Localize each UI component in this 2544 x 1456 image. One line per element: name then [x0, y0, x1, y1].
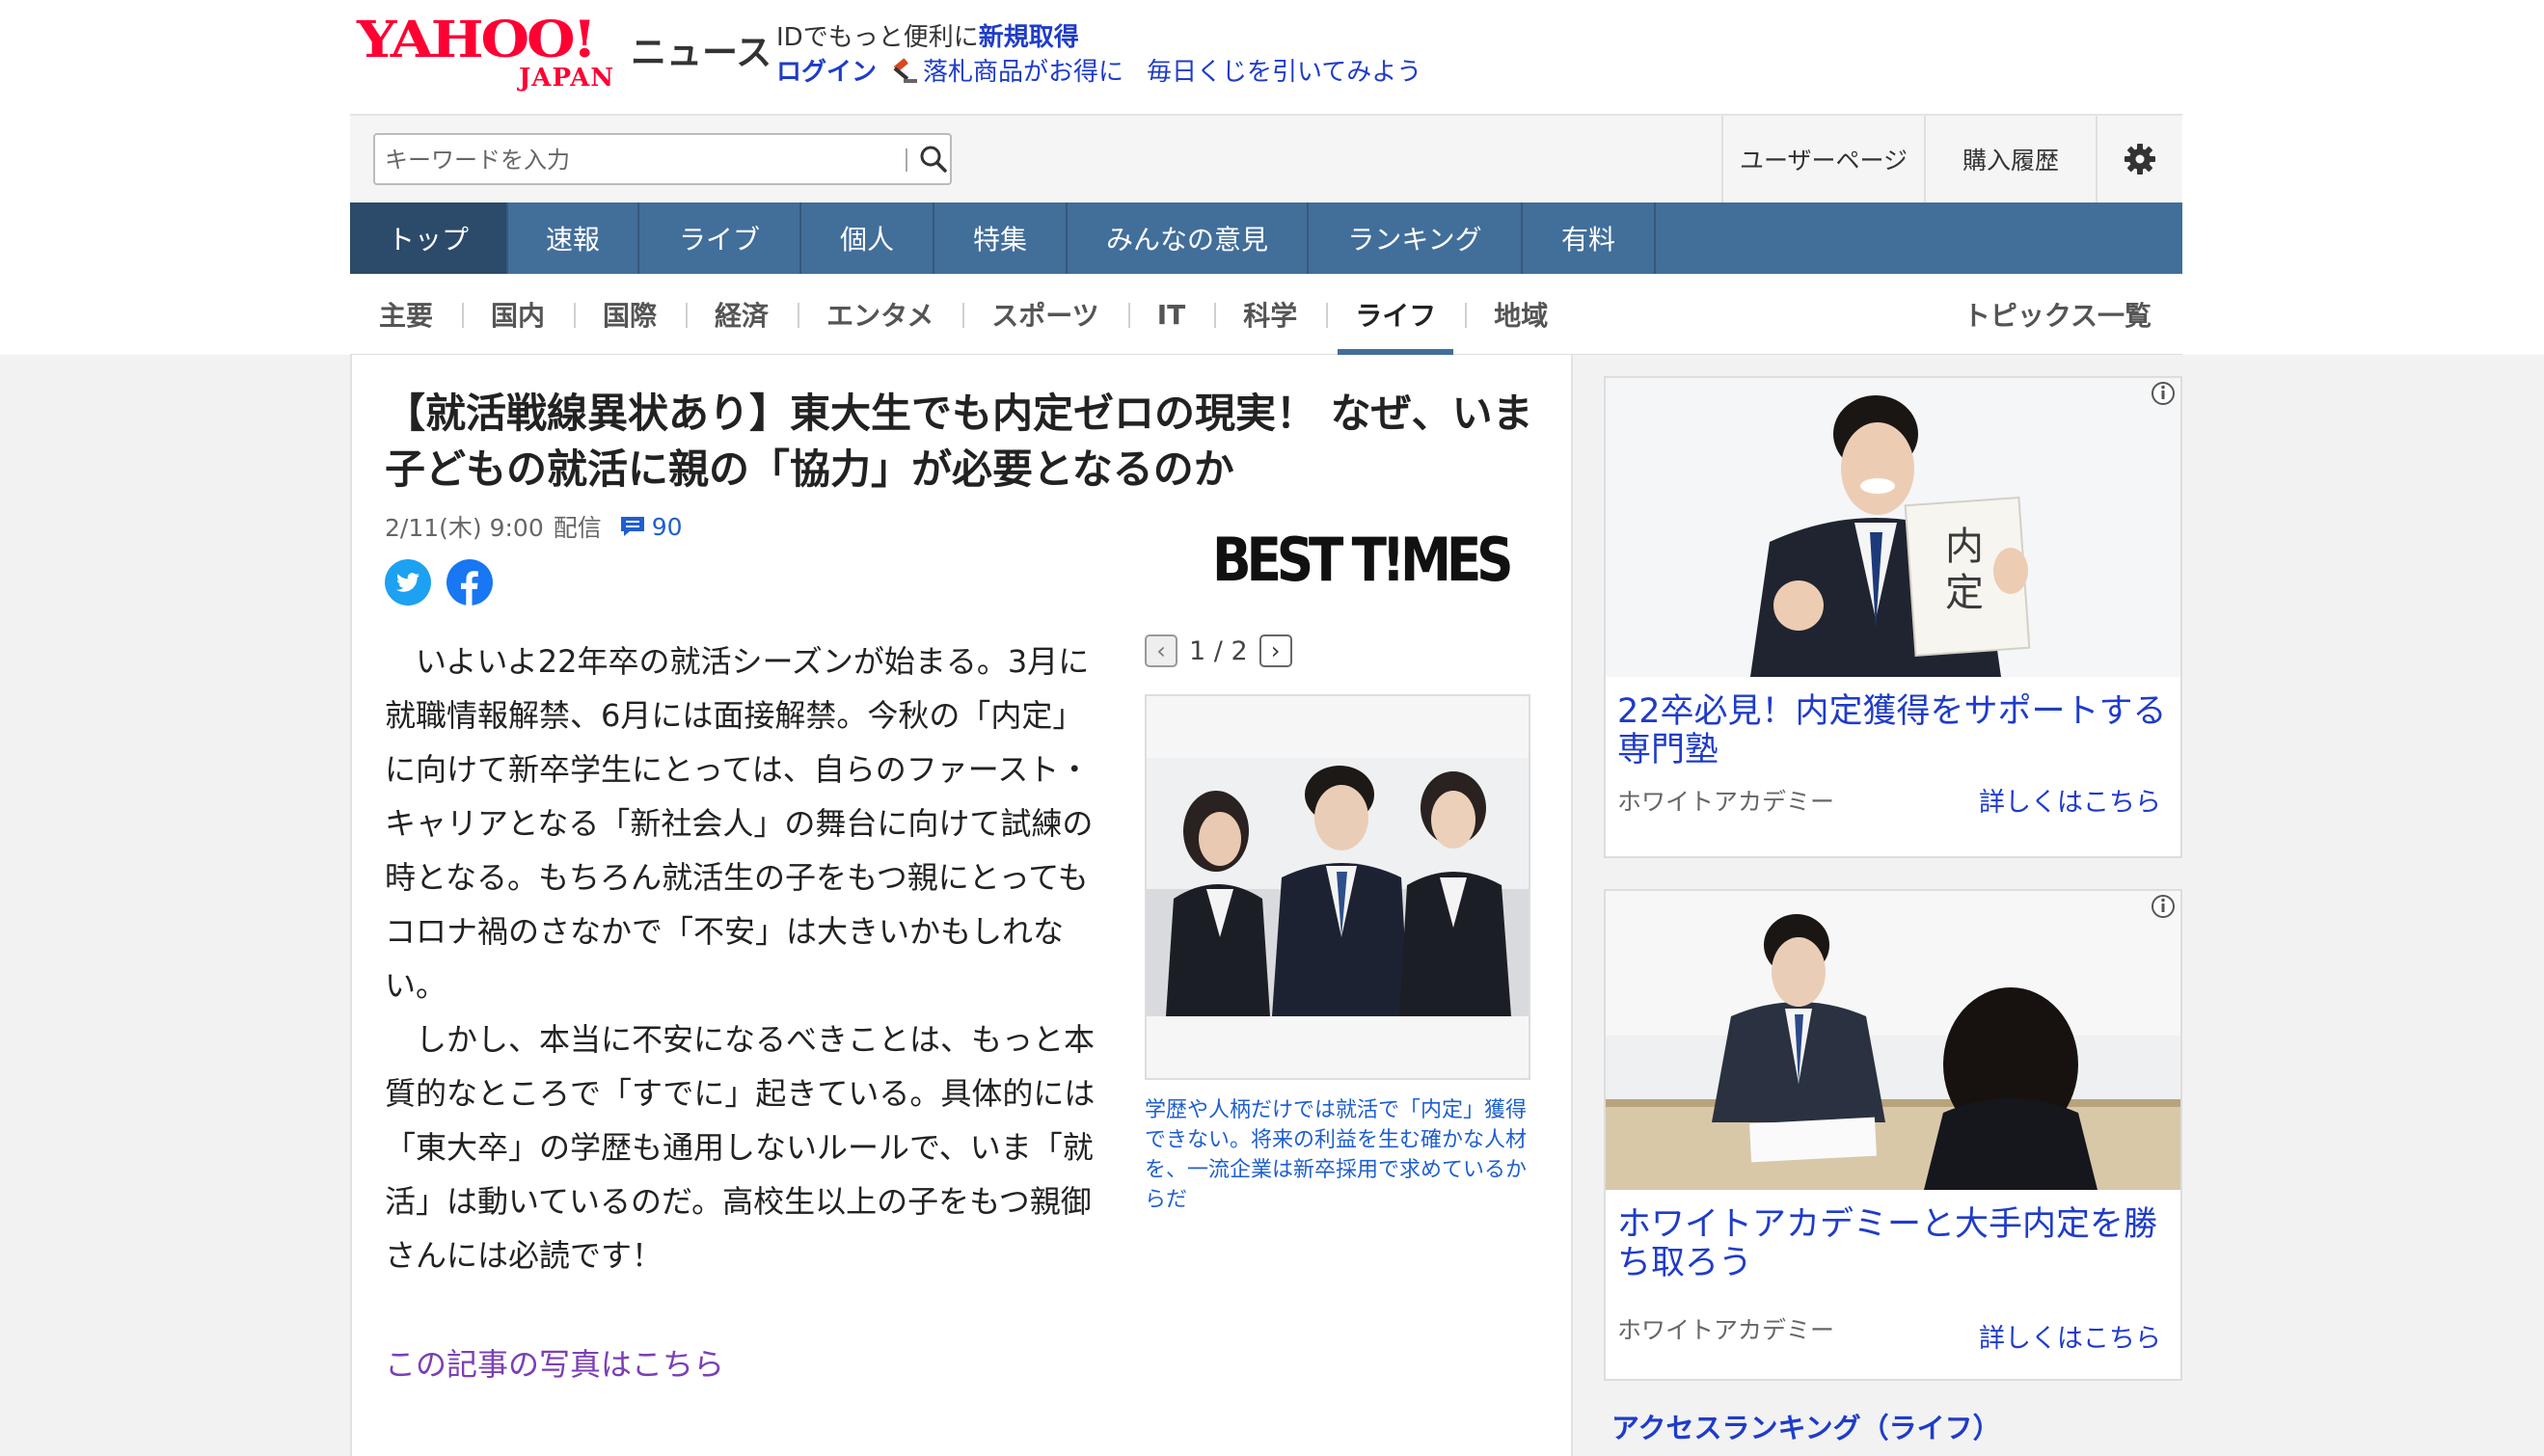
article-paragraph: しかし、本当に不安になるべきことは、もっと本質的なところで「すでに」起きている。… — [385, 1021, 1096, 1274]
photo-gallery-link[interactable]: この記事の写真はこちら — [385, 1340, 724, 1385]
twitter-icon — [385, 559, 431, 606]
headline-line1: 【就活戦線異状あり】東大生でも内定ゼロの現実！ なぜ、いま — [385, 390, 1533, 437]
headline-line2: 子どもの就活に親の「協力」が必要となるのか — [385, 445, 1234, 493]
category-science[interactable]: 科学 — [1214, 274, 1326, 355]
gavel-icon — [893, 58, 918, 83]
purchase-history-link[interactable]: 購入履歴 — [1924, 116, 2096, 202]
register-link[interactable]: 新規取得 — [979, 23, 1079, 52]
prev-image-button[interactable]: ‹ — [1145, 634, 1177, 667]
search-input[interactable] — [385, 145, 877, 175]
facebook-icon — [447, 559, 493, 606]
user-links: ユーザーページ 購入履歴 — [1721, 116, 2182, 202]
nav-top[interactable]: トップ — [350, 202, 508, 274]
logo-sub: JAPAN — [519, 64, 615, 93]
nav-ranking[interactable]: ランキング — [1309, 202, 1523, 274]
image-caption[interactable]: 学歴や人柄だけでは就活で「内定」獲得できない。将来の利益を生む確かな人材を、一流… — [1145, 1095, 1530, 1215]
ad-cta-link[interactable]: 詳しくはこちら — [1979, 1317, 2161, 1355]
site-header: YAHOO! JAPAN ニュース IDでもっと便利に新規取得 ログイン 落札商… — [0, 0, 2544, 114]
gear-icon — [2125, 144, 2155, 175]
settings-button[interactable] — [2096, 116, 2182, 202]
yahoo-japan-logo[interactable]: YAHOO! JAPAN — [357, 10, 622, 93]
nav-breaking[interactable]: 速報 — [508, 202, 639, 274]
nav-live[interactable]: ライブ — [639, 202, 801, 274]
search-divider — [906, 148, 907, 172]
category-it[interactable]: IT — [1127, 274, 1215, 355]
category-domestic[interactable]: 国内 — [462, 274, 574, 355]
article-meta: 2/11(木) 9:00 配信 90 — [385, 509, 683, 544]
main-nav: トップ 速報 ライブ 個人 特集 みんなの意見 ランキング 有料 — [350, 202, 2182, 274]
auction-promo-text: 落札商品がお得に — [923, 58, 1124, 87]
ad-image: 内 定 — [1606, 378, 2180, 677]
nav-opinions[interactable]: みんなの意見 — [1068, 202, 1309, 274]
ad-cta-link[interactable]: 詳しくはこちら — [1979, 781, 2161, 819]
ad-info-icon[interactable] — [2150, 893, 2177, 920]
header-links: ログイン 落札商品がお得に 毎日くじを引いてみよう — [776, 52, 1421, 88]
image-page-indicator: 1 / 2 — [1189, 635, 1248, 666]
nav-paid[interactable]: 有料 — [1523, 202, 1656, 274]
search-form — [373, 133, 952, 185]
facebook-share-button[interactable] — [447, 559, 493, 606]
publish-date: 2/11(木) 9:00 — [385, 514, 544, 542]
article-body: いよいよ22年卒の就活シーズンが始まる。3月に就職情報解禁、6月には面接解禁。今… — [385, 634, 1110, 1282]
ad-sponsor: ホワイトアカデミー — [1617, 788, 1835, 816]
ad-title[interactable]: ホワイトアカデミーと大手内定を勝ち取ろう — [1617, 1205, 2167, 1282]
topics-list-link[interactable]: トピックス一覧 — [1963, 274, 2152, 355]
delivery-label: 配信 — [553, 514, 602, 542]
category-life[interactable]: ライフ — [1326, 274, 1465, 355]
comment-count: 90 — [651, 512, 683, 541]
service-name[interactable]: ニュース — [631, 23, 771, 75]
share-buttons — [385, 559, 493, 606]
article-paragraph: いよいよ22年卒の就活シーズンが始まる。3月に就職情報解禁、6月には面接解禁。今… — [385, 643, 1094, 1004]
svg-text:内: 内 — [1945, 525, 1984, 569]
id-promo: IDでもっと便利に新規取得 — [776, 17, 1079, 53]
ad-sponsor: ホワイトアカデミー — [1617, 1316, 1835, 1344]
logo-wordmark: YAHOO! — [357, 10, 597, 69]
article: 【就活戦線異状あり】東大生でも内定ゼロの現実！ なぜ、いま 子どもの就活に親の「… — [350, 355, 1573, 1456]
image-pager: ‹ 1 / 2 › — [1145, 634, 1292, 667]
category-entertainment[interactable]: エンタメ — [798, 274, 962, 355]
nav-individual[interactable]: 個人 — [801, 202, 934, 274]
publisher-logo[interactable]: BEST T!MES — [1212, 530, 1514, 590]
auction-promo-link[interactable]: 落札商品がお得に — [890, 52, 1123, 88]
sidebar: 内 定 22卒必見！内定獲得をサポートする専門塾 ホワイトアカデミー 詳しくはこ… — [1604, 376, 2182, 1456]
comment-link[interactable]: 90 — [619, 513, 683, 541]
article-image[interactable] — [1145, 694, 1530, 1080]
nav-features[interactable]: 特集 — [934, 202, 1068, 274]
interview-photo — [1147, 758, 1529, 1016]
category-main[interactable]: 主要 — [350, 274, 462, 355]
category-economy[interactable]: 経済 — [686, 274, 798, 355]
next-image-button[interactable]: › — [1258, 634, 1292, 667]
category-local[interactable]: 地域 — [1465, 274, 1577, 355]
user-page-link[interactable]: ユーザーページ — [1721, 116, 1924, 202]
lottery-promo-link[interactable]: 毎日くじを引いてみよう — [1147, 52, 1421, 88]
category-sports[interactable]: スポーツ — [962, 274, 1127, 355]
category-nav: 主要 国内 国際 経済 エンタメ スポーツ IT 科学 ライフ 地域 トピックス… — [350, 274, 2182, 355]
svg-text:定: 定 — [1945, 571, 1984, 615]
category-world[interactable]: 国際 — [574, 274, 686, 355]
id-promo-text: IDでもっと便利に — [776, 23, 979, 52]
ad-card[interactable]: 内 定 22卒必見！内定獲得をサポートする専門塾 ホワイトアカデミー 詳しくはこ… — [1604, 376, 2182, 858]
ad-card[interactable]: ホワイトアカデミーと大手内定を勝ち取ろう ホワイトアカデミー 詳しくはこちら — [1604, 889, 2182, 1381]
comment-icon — [620, 517, 644, 536]
article-headline: 【就活戦線異状あり】東大生でも内定ゼロの現実！ なぜ、いま 子どもの就活に親の「… — [385, 386, 1542, 498]
login-link[interactable]: ログイン — [776, 52, 877, 88]
search-icon[interactable] — [917, 143, 950, 175]
ad-image — [1606, 891, 2180, 1190]
ranking-heading[interactable]: アクセスランキング（ライフ） — [1611, 1406, 2001, 1446]
ad-info-icon[interactable] — [2150, 380, 2177, 407]
search-bar: ユーザーページ 購入履歴 — [350, 114, 2182, 202]
twitter-share-button[interactable] — [385, 559, 431, 606]
ad-title[interactable]: 22卒必見！内定獲得をサポートする専門塾 — [1617, 692, 2167, 769]
